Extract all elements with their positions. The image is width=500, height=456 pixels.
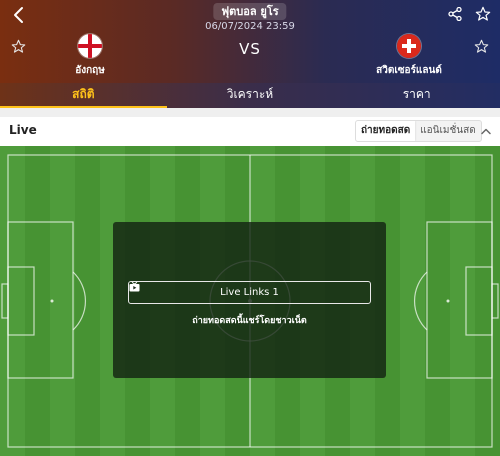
section-divider — [0, 108, 500, 117]
stream-note: ถ่ายทอดสดนี้แชร์โดยชาวเน็ต — [192, 316, 307, 326]
chevron-up-icon — [481, 128, 491, 135]
star-icon — [475, 6, 491, 21]
tab-analysis[interactable]: วิเคราะห์ — [167, 83, 334, 108]
match-header: ฟุตบอล ยูโร 06/07/2024 23:59 อังกฤษ VS ส… — [0, 0, 500, 83]
favorite-match-button[interactable] — [473, 5, 493, 23]
share-button[interactable] — [445, 5, 465, 23]
live-stream-mode-button[interactable]: ถ่ายทอดสด — [356, 121, 416, 141]
share-icon — [448, 7, 462, 21]
live-title: Live — [9, 123, 37, 137]
away-team[interactable]: สวิตเซอร์แลนด์ — [365, 34, 453, 78]
live-mode-switch: ถ่ายทอดสด แอนิเมชั่นสด — [355, 120, 482, 142]
league-name: ฟุตบอล ยูโร — [213, 3, 287, 20]
match-datetime: 06/07/2024 23:59 — [205, 21, 295, 32]
live-links-button[interactable]: Live Links 1 — [128, 281, 371, 304]
football-pitch: Live Links 1 ถ่ายทอดสดนี้แชร์โดยชาวเน็ต — [0, 146, 500, 456]
live-animation-mode-button[interactable]: แอนิเมชั่นสด — [415, 121, 481, 141]
tab-stats[interactable]: สถิติ — [0, 83, 167, 108]
collapse-button[interactable] — [479, 124, 493, 138]
live-links-label: Live Links 1 — [220, 287, 279, 298]
away-team-name: สวิตเซอร์แลนด์ — [376, 65, 442, 76]
tab-odds[interactable]: ราคา — [333, 83, 500, 108]
home-team-name: อังกฤษ — [75, 65, 105, 76]
switzerland-flag-icon — [397, 34, 421, 58]
live-links-panel: Live Links 1 ถ่ายทอดสดนี้แชร์โดยชาวเน็ต — [113, 222, 386, 378]
match-tabs: สถิติ วิเคราะห์ ราคา — [0, 83, 500, 108]
live-section-header: Live ถ่ายทอดสด แอนิเมชั่นสด — [0, 117, 500, 146]
tv-icon — [129, 282, 140, 292]
